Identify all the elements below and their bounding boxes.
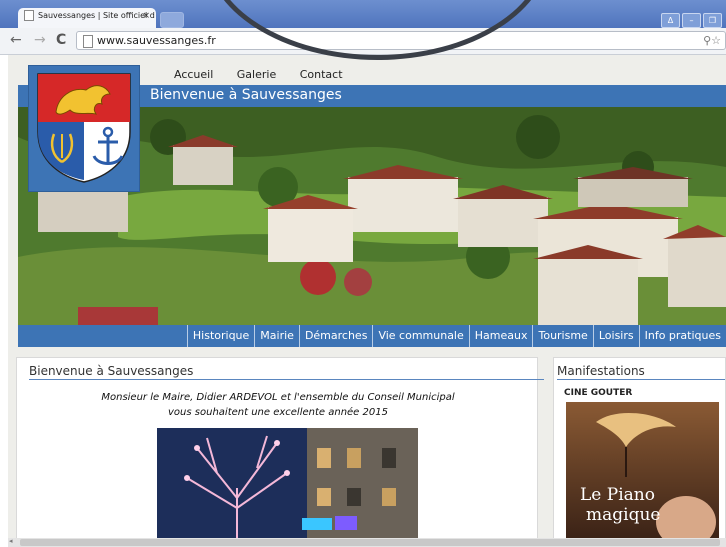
sidebar-heading: Manifestations xyxy=(557,364,645,378)
event-poster[interactable]: Le Piano magique xyxy=(566,402,719,540)
maximize-button[interactable]: ❐ xyxy=(703,13,722,28)
nav-demarches[interactable]: Démarches xyxy=(298,325,373,347)
sidebar-divider xyxy=(557,379,725,380)
page-icon xyxy=(83,35,93,48)
window-controls: Δ – ❐ xyxy=(659,8,722,28)
page-favicon-icon xyxy=(24,10,34,21)
horizontal-scrollbar[interactable]: ◂ xyxy=(8,537,726,547)
site-title: Bienvenue à Sauvessanges xyxy=(150,87,342,103)
poster-image: Le Piano magique xyxy=(566,402,719,540)
events-sidebar: Manifestations CINE GOUTER Le Piano magi… xyxy=(553,357,726,540)
new-tab-button[interactable] xyxy=(160,12,184,28)
event-title[interactable]: CINE GOUTER xyxy=(564,388,632,398)
nav-hameaux[interactable]: Hameaux xyxy=(468,325,533,347)
browser-toolbar: ← → C www.sauvessanges.fr ⚲☆ xyxy=(0,28,726,55)
nav-link-contact[interactable]: Contact xyxy=(300,68,343,81)
bookmark-star-icon[interactable]: ⚲☆ xyxy=(703,34,721,47)
tab-title: Sauvessanges | Site officiel d xyxy=(38,11,155,20)
back-button[interactable]: ← xyxy=(10,32,22,48)
user-icon[interactable]: Δ xyxy=(661,13,680,28)
reload-button[interactable]: C xyxy=(56,32,66,48)
crest-shield-icon xyxy=(37,73,131,183)
nav-tourisme[interactable]: Tourisme xyxy=(532,325,592,347)
main-navigation: Historique Mairie Démarches Vie communal… xyxy=(18,325,726,347)
url-text: www.sauvessanges.fr xyxy=(97,34,216,47)
christmas-lights-photo[interactable] xyxy=(157,428,418,540)
nav-vie-communale[interactable]: Vie communale xyxy=(372,325,468,347)
poster-title-2: magique xyxy=(586,505,660,525)
nav-mairie[interactable]: Mairie xyxy=(254,325,299,347)
nav-loisirs[interactable]: Loisirs xyxy=(592,325,639,347)
heading-divider xyxy=(29,379,544,380)
top-navigation: Accueil Galerie Contact xyxy=(174,68,363,81)
nav-info-pratiques[interactable]: Info pratiques xyxy=(638,325,726,347)
web-page: Accueil Galerie Contact Bienvenue à Sauv… xyxy=(8,55,726,540)
coat-of-arms xyxy=(28,65,140,192)
forward-button[interactable]: → xyxy=(34,32,46,48)
poster-title-1: Le Piano xyxy=(580,485,655,505)
christmas-photo-image xyxy=(157,428,418,540)
close-tab-icon[interactable]: × xyxy=(142,11,150,21)
content-heading: Bienvenue à Sauvessanges xyxy=(29,364,194,378)
greeting-line-1: Monsieur le Maire, Didier ARDEVOL et l'e… xyxy=(101,392,455,403)
scrollbar-thumb[interactable] xyxy=(20,539,720,546)
scroll-left-icon[interactable]: ◂ xyxy=(9,537,13,545)
address-bar[interactable]: www.sauvessanges.fr ⚲☆ xyxy=(76,31,726,50)
nav-link-accueil[interactable]: Accueil xyxy=(174,68,213,81)
main-content: Bienvenue à Sauvessanges Monsieur le Mai… xyxy=(16,357,544,540)
nav-link-galerie[interactable]: Galerie xyxy=(237,68,276,81)
minimize-button[interactable]: – xyxy=(682,13,701,28)
greeting-line-2: vous souhaitent une excellente année 201… xyxy=(168,407,388,418)
nav-historique[interactable]: Historique xyxy=(186,325,254,347)
browser-tab-bar: Sauvessanges | Site officiel d × Δ – ❐ xyxy=(0,0,726,28)
browser-tab[interactable]: Sauvessanges | Site officiel d × xyxy=(18,8,156,28)
